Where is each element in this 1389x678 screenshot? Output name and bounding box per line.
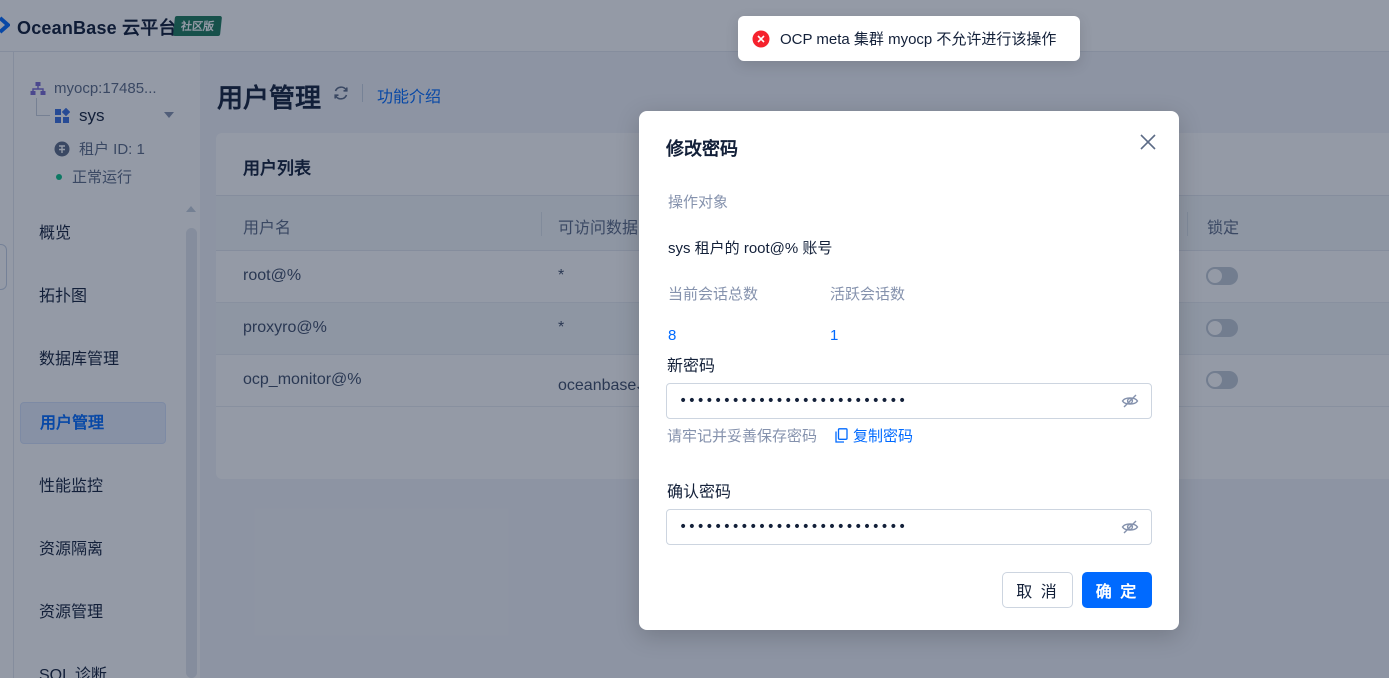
target-label: 操作对象	[668, 194, 729, 211]
confirm-password-label: 确认密码	[667, 484, 732, 501]
new-password-input[interactable]	[666, 383, 1152, 419]
change-password-modal: 修改密码 操作对象 sys 租户的 root@% 账号 当前会话总数 活跃会话数…	[639, 111, 1179, 630]
total-sessions-value[interactable]: 8	[668, 327, 676, 344]
active-sessions-value[interactable]: 1	[830, 327, 838, 344]
error-circle-icon	[752, 30, 770, 47]
toast-message: OCP meta 集群 myocp 不允许进行该操作	[780, 31, 1057, 48]
eye-hidden-icon[interactable]	[1121, 392, 1139, 410]
copy-password-link[interactable]: 复制密码	[835, 425, 913, 446]
confirm-button[interactable]: 确 定	[1082, 572, 1152, 608]
modal-title: 修改密码	[666, 139, 738, 159]
total-sessions-label: 当前会话总数	[668, 286, 759, 303]
new-password-label: 新密码	[667, 358, 716, 375]
cancel-button[interactable]: 取 消	[1002, 572, 1073, 608]
confirm-password-input[interactable]	[666, 509, 1152, 545]
password-hint: 请牢记并妥善保存密码	[667, 428, 818, 445]
copy-password-label: 复制密码	[853, 428, 914, 445]
eye-hidden-icon[interactable]	[1121, 518, 1139, 536]
close-icon[interactable]	[1139, 133, 1157, 151]
error-toast: OCP meta 集群 myocp 不允许进行该操作	[738, 16, 1080, 61]
active-sessions-label: 活跃会话数	[830, 286, 906, 303]
target-value: sys 租户的 root@% 账号	[668, 240, 833, 257]
copy-icon	[835, 428, 848, 443]
